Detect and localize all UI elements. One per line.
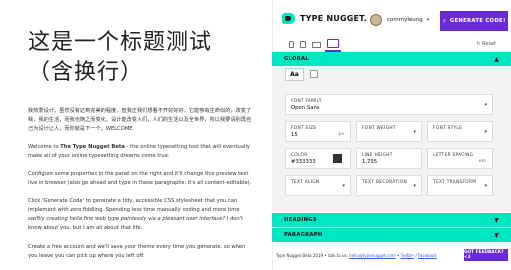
nugget-logo-icon xyxy=(282,13,295,24)
feedback-button[interactable]: GOT FEEDBACK? <3 xyxy=(464,249,508,261)
section-global[interactable]: GLOBAL ▲ xyxy=(272,52,511,66)
footer-pre: Type Nugget Beta 2019 • talk to us: xyxy=(276,253,350,258)
font-weight-select[interactable]: FONT WEIGHT ▾ xyxy=(356,121,422,142)
preview-paragraph-4[interactable]: Create a free account and we'll save you… xyxy=(28,243,253,261)
top-bar: TYPE NUGGET. commyleung ▾ ⚡ GENERATE COD… xyxy=(273,0,511,38)
font-size-label: FONT SIZE xyxy=(291,126,317,131)
chevron-down-icon: ▾ xyxy=(484,183,487,189)
tab-typography[interactable]: Aa xyxy=(285,68,304,81)
preview-paragraph-2[interactable]: Configure some properties in the panel o… xyxy=(28,170,253,188)
twitter-link[interactable]: Twitter xyxy=(401,253,414,258)
color-value: #333333 xyxy=(291,159,316,165)
chevron-up-icon: ▲ xyxy=(494,55,499,63)
preview-paragraph-cn[interactable]: 我热爱设计。虽然没有达到完美的程度，但我正我们想看不开好好好，它能够有生命似的，… xyxy=(28,107,253,134)
text-align-select[interactable]: TEXT ALIGN ▾ xyxy=(285,175,351,196)
phone-view-icon[interactable] xyxy=(289,41,294,48)
username: commyleung xyxy=(387,17,423,23)
chevron-down-icon: ▼ xyxy=(494,216,499,224)
chevron-down-icon: ▾ xyxy=(484,102,487,108)
footer: Type Nugget Beta 2019 • talk to us: hell… xyxy=(272,243,511,270)
color-label: COLOR xyxy=(291,153,308,158)
font-family-label: FONT FAMILY xyxy=(291,99,322,104)
font-family-select[interactable]: FONT FAMILY Open Sans ▾ xyxy=(285,94,493,115)
preview-paragraph-1[interactable]: Welcome to The Type Nugget Beta - the on… xyxy=(28,143,253,161)
style-tabs: Aa xyxy=(285,68,318,81)
chevron-down-icon: ▾ xyxy=(426,17,430,23)
tab-box-icon[interactable] xyxy=(310,70,318,78)
preview-paragraph-3[interactable]: Click 'Generate Code' to generate a tidy… xyxy=(28,197,253,233)
user-menu[interactable]: commyleung ▾ xyxy=(370,14,429,26)
p3-italic: swiftly creating hella fine web type pai… xyxy=(28,216,223,222)
font-size-unit: px xyxy=(338,132,344,137)
text-align-label: TEXT ALIGN xyxy=(291,180,320,185)
reset-label: Reset xyxy=(482,41,496,47)
logo-text: TYPE NUGGET. xyxy=(300,14,367,23)
preview-pane: 这是一个标题测试（含换行） 我热爱设计。虽然没有达到完美的程度，但我正我们想看不… xyxy=(0,0,272,270)
footer-text: Type Nugget Beta 2019 • talk to us: hell… xyxy=(276,253,437,258)
avatar xyxy=(370,14,382,26)
section-paragraph-label: PARAGRAPH xyxy=(284,232,323,238)
chevron-down-icon: ▾ xyxy=(342,183,345,189)
font-style-label: FONT STYLE xyxy=(433,126,463,131)
p1-bold: The Type Nugget Beta xyxy=(60,144,125,150)
chevron-down-icon: ▾ xyxy=(484,129,487,135)
font-family-value: Open Sans xyxy=(291,105,320,111)
font-size-value: 15 xyxy=(291,132,298,138)
section-paragraph[interactable]: PARAGRAPH ▼ xyxy=(272,228,511,242)
line-height-field[interactable]: LINE HEIGHT 1,735 xyxy=(356,148,422,169)
line-height-value: 1,735 xyxy=(362,159,378,165)
p1-pre: Welcome to xyxy=(28,144,61,150)
letter-spacing-unit: em xyxy=(478,159,486,164)
color-swatch[interactable] xyxy=(333,154,342,163)
font-style-select[interactable]: FONT STYLE ▾ xyxy=(427,121,493,142)
text-decoration-select[interactable]: TEXT DECORATION ▾ xyxy=(356,175,422,196)
preview-heading[interactable]: 这是一个标题测试（含换行） xyxy=(28,28,248,88)
chevron-down-icon: ▾ xyxy=(413,183,416,189)
section-global-label: GLOBAL xyxy=(284,56,309,62)
section-headings-label: HEADINGS xyxy=(284,217,317,223)
chevron-down-icon: ▼ xyxy=(494,231,499,239)
chevron-down-icon: ▾ xyxy=(413,129,416,135)
facebook-link[interactable]: Facebook xyxy=(418,253,437,258)
letter-spacing-field[interactable]: LETTER SPACING em xyxy=(427,148,493,169)
generate-code-button[interactable]: ⚡ GENERATE CODE! xyxy=(440,11,508,31)
logo[interactable]: TYPE NUGGET. xyxy=(282,13,367,24)
line-height-label: LINE HEIGHT xyxy=(362,153,393,158)
desktop-view-icon[interactable] xyxy=(327,39,339,48)
text-transform-label: TEXT TRANSFORM xyxy=(433,180,477,185)
lightning-icon: ⚡ xyxy=(442,17,447,25)
p3-pre: Click 'Generate Code' to generate a tidy… xyxy=(28,198,240,213)
text-decoration-label: TEXT DECORATION xyxy=(362,180,408,185)
email-link[interactable]: hello@typenugget.com xyxy=(349,253,396,258)
tablet-view-icon[interactable] xyxy=(300,41,306,48)
color-field[interactable]: COLOR #333333 xyxy=(285,148,351,169)
text-transform-select[interactable]: TEXT TRANSFORM ▾ xyxy=(427,175,493,196)
letter-spacing-label: LETTER SPACING xyxy=(433,153,474,158)
font-size-field[interactable]: FONT SIZE 15 px xyxy=(285,121,351,142)
laptop-view-icon[interactable] xyxy=(312,42,321,48)
font-weight-label: FONT WEIGHT xyxy=(362,126,396,131)
reset-button[interactable]: ↻ Reset xyxy=(476,41,496,47)
section-headings[interactable]: HEADINGS ▼ xyxy=(272,213,511,227)
generate-code-label: GENERATE CODE! xyxy=(449,18,506,24)
